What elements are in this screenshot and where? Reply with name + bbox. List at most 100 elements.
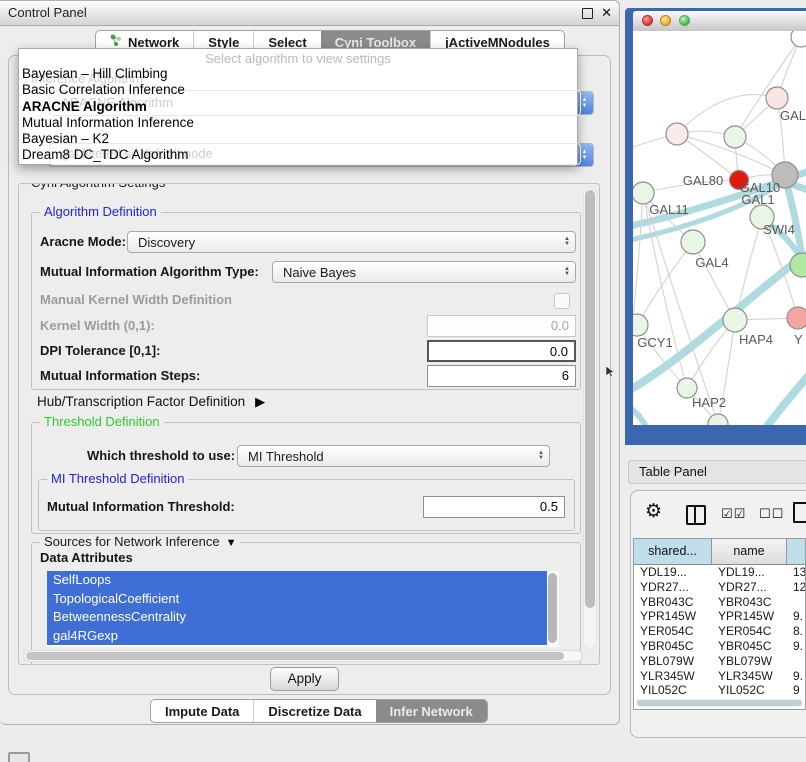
popup-item[interactable]: Mutual Information Inference bbox=[19, 115, 577, 131]
combo-value: MI Threshold bbox=[238, 449, 538, 464]
combo-stepper-icon: ▲▼ bbox=[538, 451, 544, 462]
manual-kernel-label: Manual Kernel Width Definition bbox=[40, 289, 232, 311]
table-row[interactable]: YDL19...YDL19...13 bbox=[634, 565, 805, 580]
popup-item[interactable]: Basic Correlation Inference bbox=[19, 82, 577, 98]
which-threshold-label: Which threshold to use: bbox=[87, 445, 235, 467]
network-node[interactable] bbox=[791, 31, 806, 47]
network-node-gal80[interactable] bbox=[666, 123, 688, 145]
tab-impute-data[interactable]: Impute Data bbox=[151, 700, 253, 722]
table-cell: 13 bbox=[787, 565, 805, 580]
document-icon[interactable] bbox=[793, 502, 806, 523]
network-node-hap4[interactable] bbox=[723, 308, 747, 332]
list-scrollbar[interactable] bbox=[547, 571, 559, 647]
panel-title: Control Panel bbox=[8, 1, 87, 25]
group-title: MI Threshold Definition bbox=[47, 471, 188, 486]
network-node-gal11[interactable] bbox=[633, 182, 654, 204]
table-row[interactable]: YPR145WYPR145W9. bbox=[634, 609, 805, 624]
screen: Control Panel ✕ Network Style Select bbox=[0, 0, 806, 762]
minimize-traffic-light-icon[interactable] bbox=[660, 15, 671, 26]
collapse-down-icon: ▼ bbox=[226, 537, 237, 549]
tab-infer-network[interactable]: Infer Network bbox=[376, 700, 487, 722]
list-item[interactable]: TopologicalCoefficient bbox=[47, 590, 559, 609]
list-item[interactable]: SelfLoops bbox=[47, 571, 559, 590]
column-header[interactable] bbox=[787, 539, 805, 564]
table-header: shared... name bbox=[634, 539, 805, 565]
table-cell: YBR043C bbox=[634, 595, 712, 610]
mouse-cursor bbox=[606, 366, 615, 381]
settings-vertical-scrollbar[interactable] bbox=[583, 187, 597, 649]
deselect-all-checkboxes-icon[interactable]: ☐☐ bbox=[759, 506, 784, 522]
kernel-width-field[interactable]: 0.0 bbox=[427, 315, 576, 337]
group-title: Cyni Algorithm Settings bbox=[27, 183, 169, 190]
apply-button[interactable]: Apply bbox=[270, 667, 339, 691]
table-cell: YIL052C bbox=[634, 683, 712, 698]
dpi-tolerance-field[interactable]: 0.0 bbox=[427, 340, 576, 362]
popup-item[interactable]: Bayesian – Hill Climbing bbox=[19, 66, 577, 82]
close-icon[interactable]: ✕ bbox=[601, 5, 612, 21]
mi-threshold-group: MI Threshold Definition Mutual Informati… bbox=[38, 479, 575, 531]
node-label: GAL80 bbox=[683, 173, 723, 188]
hub-definition-toggle[interactable]: Hub/Transcription Factor Definition▶ bbox=[37, 394, 265, 410]
network-node-gcy1[interactable] bbox=[633, 314, 648, 336]
table-panel: ⚙ ☑☑ ☐☐ shared... name YDL19...YDL19...1… bbox=[630, 490, 806, 738]
popup-item[interactable]: Bayesian – K2 bbox=[19, 131, 577, 147]
table-row[interactable]: YBR045CYBR045C9. bbox=[634, 639, 805, 654]
manual-kernel-checkbox[interactable] bbox=[554, 293, 570, 309]
panel-corner-icon[interactable] bbox=[8, 752, 30, 762]
select-all-checkboxes-icon[interactable]: ☑☑ bbox=[721, 506, 746, 522]
table-horizontal-scrollbar[interactable] bbox=[636, 699, 803, 707]
data-attributes-list[interactable]: SelfLoops TopologicalCoefficient Between… bbox=[47, 571, 559, 647]
threshold-definition-group: Threshold Definition Which threshold to … bbox=[31, 422, 581, 534]
table-row[interactable]: YLR345WYLR345W9. bbox=[634, 669, 805, 684]
node-label: HAP2 bbox=[692, 395, 726, 410]
table-row[interactable]: YDR27...YDR27...12 bbox=[634, 580, 805, 595]
table-row[interactable]: YIL052CYIL052C9 bbox=[634, 683, 805, 698]
columns-icon[interactable] bbox=[686, 505, 706, 525]
aracne-mode-combobox[interactable]: Discovery ▲▼ bbox=[127, 231, 576, 253]
network-node-y[interactable] bbox=[787, 307, 806, 329]
popup-item-selected[interactable]: ARACNE Algorithm bbox=[19, 99, 577, 115]
network-canvas[interactable]: GAL GAL80 GAL10 GAL1 GAL11 SWI4 GAL4 GCY… bbox=[633, 31, 806, 425]
table-cell: YLR345W bbox=[712, 669, 787, 684]
dpi-tolerance-label: DPI Tolerance [0,1]: bbox=[40, 340, 160, 362]
list-item[interactable]: BetweennessCentrality bbox=[47, 608, 559, 627]
close-traffic-light-icon[interactable] bbox=[642, 15, 653, 26]
mi-steps-field[interactable]: 6 bbox=[427, 365, 576, 387]
popup-item[interactable]: Dream8 DC_TDC Algorithm bbox=[19, 147, 577, 163]
table-row[interactable]: YBR043CYBR043C bbox=[634, 595, 805, 610]
table-cell: 12 bbox=[787, 580, 805, 595]
node-label: HAP4 bbox=[739, 332, 773, 347]
mi-steps-label: Mutual Information Steps: bbox=[40, 365, 200, 387]
table-cell: YLR345W bbox=[634, 669, 712, 684]
node-label: GAL11 bbox=[649, 202, 689, 217]
mi-threshold-field[interactable]: 0.5 bbox=[423, 496, 565, 518]
table-cell: YER054C bbox=[712, 624, 787, 639]
mi-type-combobox[interactable]: Naive Bayes ▲▼ bbox=[272, 261, 576, 283]
node-label: Y bbox=[794, 332, 803, 347]
table-row[interactable]: YBL079WYBL079W bbox=[634, 654, 805, 669]
network-node-gal10[interactable] bbox=[724, 126, 746, 148]
network-window-titlebar[interactable] bbox=[633, 11, 806, 32]
gear-icon[interactable]: ⚙ bbox=[645, 500, 662, 523]
tab-discretize-data[interactable]: Discretize Data bbox=[253, 700, 375, 722]
which-threshold-combobox[interactable]: MI Threshold ▲▼ bbox=[237, 445, 550, 467]
float-icon[interactable] bbox=[582, 8, 593, 19]
table-cell: YDR27... bbox=[634, 580, 712, 595]
column-header-name[interactable]: name bbox=[712, 539, 787, 564]
combo-value: Naive Bayes bbox=[273, 265, 564, 280]
network-node[interactable] bbox=[790, 253, 806, 277]
list-item[interactable]: gal4RGexp bbox=[47, 627, 559, 646]
zoom-traffic-light-icon[interactable] bbox=[679, 15, 690, 26]
network-node-gal[interactable] bbox=[766, 87, 788, 109]
hub-definition-label: Hub/Transcription Factor Definition bbox=[37, 394, 245, 409]
network-node-gal4[interactable] bbox=[681, 230, 705, 254]
table-row[interactable]: YER054CYER054C8. bbox=[634, 624, 805, 639]
combo-stepper-icon: ▲▼ bbox=[564, 237, 570, 248]
table-body: YDL19...YDL19...13YDR27...YDR27...12YBR0… bbox=[634, 565, 805, 698]
table-cell: YBR043C bbox=[712, 595, 787, 610]
table-cell: YBL079W bbox=[634, 654, 712, 669]
popup-header: Select algorithm to view settings bbox=[19, 49, 577, 66]
column-header-shared[interactable]: shared... bbox=[634, 539, 712, 564]
combo-value: Discovery bbox=[128, 235, 564, 250]
settings-horizontal-scrollbar[interactable] bbox=[23, 650, 583, 662]
